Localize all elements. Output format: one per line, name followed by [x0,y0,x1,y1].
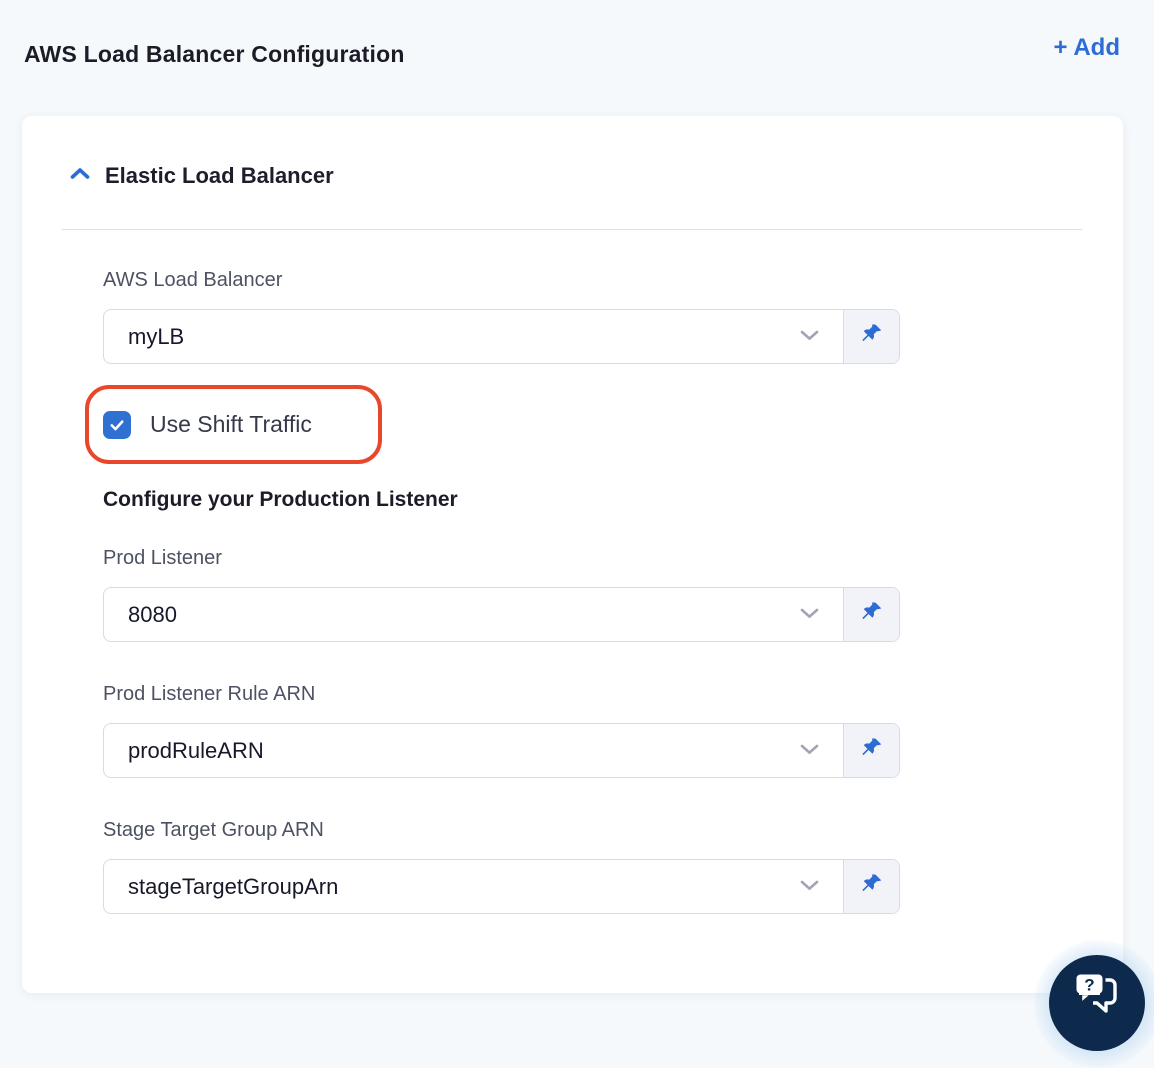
use-shift-traffic-checkbox-row[interactable]: Use Shift Traffic [103,410,312,439]
checkbox-label: Use Shift Traffic [150,411,312,437]
stage-target-group-arn-input[interactable]: stageTargetGroupArn [104,860,843,913]
stage-target-group-arn-select: stageTargetGroupArn [103,859,900,914]
pushpin-icon [859,322,884,352]
divider [62,229,1082,230]
prod-listener-rule-arn-input[interactable]: prodRuleARN [104,724,843,777]
add-button[interactable]: + Add [1054,34,1120,62]
stage-target-group-arn-value: stageTargetGroupArn [128,873,339,899]
chevron-up-icon [70,167,90,185]
chevron-down-icon[interactable] [800,742,819,760]
field-label-aws-load-balancer: AWS Load Balancer [103,269,283,291]
chevron-down-icon[interactable] [800,878,819,896]
pin-button[interactable] [843,588,899,641]
pushpin-icon [859,600,884,630]
prod-listener-rule-arn-value: prodRuleARN [128,737,264,763]
pushpin-icon [859,736,884,766]
checkbox-checked-icon[interactable] [103,410,131,439]
prod-listener-input[interactable]: 8080 [104,588,843,641]
aws-load-balancer-select: myLB [103,309,900,364]
chevron-down-icon[interactable] [800,328,819,346]
prod-listener-rule-arn-select: prodRuleARN [103,723,900,778]
aws-load-balancer-input[interactable]: myLB [104,310,843,363]
field-label-stage-target-group-arn: Stage Target Group ARN [103,819,324,841]
aws-load-balancer-value: myLB [128,323,185,349]
pin-button[interactable] [843,310,899,363]
annotation-highlight: Use Shift Traffic [85,385,382,464]
svg-text:?: ? [1084,975,1094,994]
page-header: AWS Load Balancer Configuration + Add [0,0,1154,68]
pin-button[interactable] [843,860,899,913]
chevron-down-icon[interactable] [800,606,819,624]
subheading-production-listener: Configure your Production Listener [103,488,458,511]
page-title: AWS Load Balancer Configuration [24,41,405,67]
section-title: Elastic Load Balancer [105,163,334,188]
field-label-prod-listener: Prod Listener [103,547,222,569]
form: AWS Load Balancer myLB Use Shift Traffic… [85,269,900,914]
load-balancer-card: Elastic Load Balancer AWS Load Balancer … [22,116,1123,993]
section-header-elastic-load-balancer[interactable]: Elastic Load Balancer [62,162,1082,190]
prod-listener-value: 8080 [128,601,177,627]
prod-listener-select: 8080 [103,587,900,642]
pushpin-icon [859,872,884,902]
field-label-prod-listener-rule-arn: Prod Listener Rule ARN [103,683,316,705]
help-chat-button[interactable]: ? [1049,955,1145,1051]
pin-button[interactable] [843,724,899,777]
